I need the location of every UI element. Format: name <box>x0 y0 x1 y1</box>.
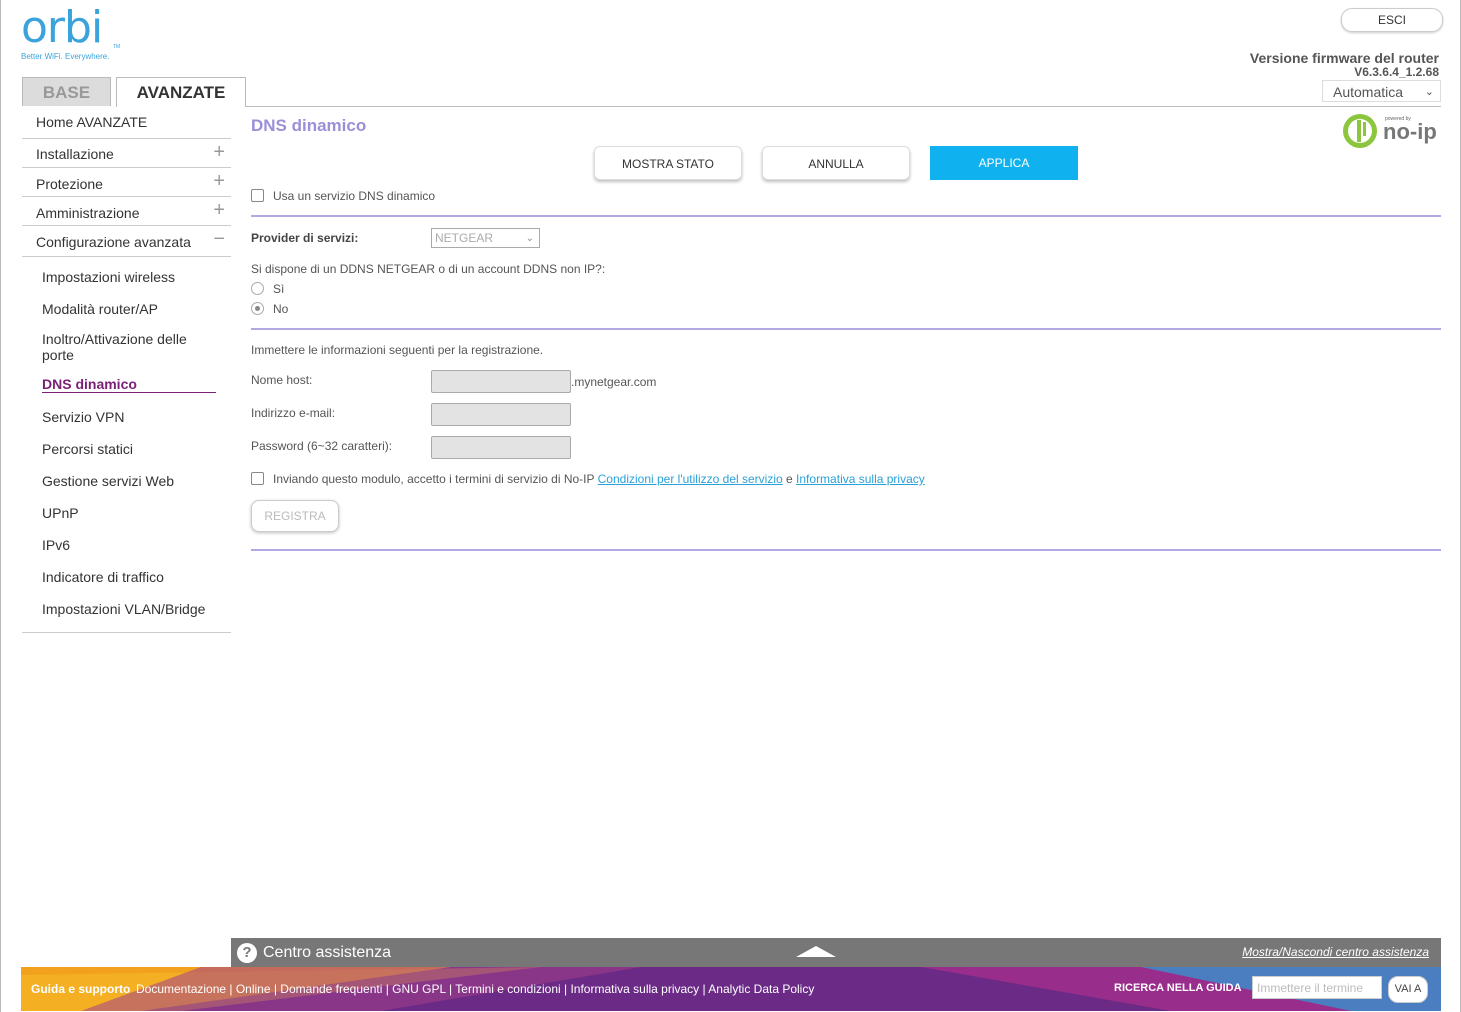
terms-text: Inviando questo modulo, accetto i termin… <box>273 472 595 486</box>
use-ddns-checkbox[interactable] <box>251 189 264 202</box>
sidebar-subitem-vpn[interactable]: Servizio VPN <box>42 409 124 425</box>
apply-button[interactable]: APPLICA <box>930 146 1078 180</box>
logout-button[interactable]: ESCI <box>1341 8 1443 32</box>
refresh-select-value: Automatica <box>1333 84 1404 100</box>
help-toggle-link[interactable]: Mostra/Nascondi centro assistenza <box>1242 945 1429 959</box>
sidebar-item-label: Home AVANZATE <box>36 114 148 130</box>
sidebar-item-home[interactable]: Home AVANZATE <box>22 112 231 139</box>
plus-icon[interactable]: + <box>213 199 225 222</box>
terms-and: e <box>786 472 793 486</box>
chevron-down-icon: ⌄ <box>525 233 534 244</box>
sidebar-divider <box>22 632 231 633</box>
sidebar-item-setup[interactable]: Installazione + <box>22 139 231 168</box>
firmware-version: V6.3.6.4_1.2.68 <box>1354 65 1439 79</box>
noip-logo-icon: powered by no-ip <box>1343 114 1437 148</box>
yes-radio-label: Sì <box>273 282 285 296</box>
sidebar-subitem-router-ap[interactable]: Modalità router/AP <box>42 301 158 317</box>
registration-intro: Immettere le informazioni seguenti per l… <box>251 343 544 357</box>
sidebar-item-security[interactable]: Protezione + <box>22 168 231 197</box>
firmware-label: Versione firmware del router <box>1249 50 1439 66</box>
tab-divider <box>246 106 1441 107</box>
refresh-select[interactable]: Automatica ⌄ <box>1322 80 1441 102</box>
footer-search-label: RICERCA NELLA GUIDA <box>1114 982 1242 994</box>
terms-line: Inviando questo modulo, accetto i termin… <box>273 472 925 486</box>
section-divider <box>251 549 1441 551</box>
footer: Guida e supporto Documentazione | Online… <box>21 967 1441 1011</box>
plus-icon[interactable]: + <box>213 141 225 164</box>
expand-arrow-icon[interactable] <box>796 946 836 957</box>
provider-select-value: NETGEAR <box>435 231 494 245</box>
sidebar-subitem-web-services[interactable]: Gestione servizi Web <box>42 473 174 489</box>
email-label: Indirizzo e-mail: <box>251 406 336 420</box>
footer-search-input[interactable]: Immettere il termine <box>1252 976 1382 999</box>
sidebar-item-label: Installazione <box>36 146 114 162</box>
no-radio-label: No <box>273 302 289 316</box>
use-ddns-label: Usa un servizio DNS dinamico <box>273 189 436 203</box>
noip-brand-text: no-ip <box>1383 119 1437 144</box>
orbi-logo: orbi Better WiFi. Everywhere. TM <box>21 6 121 66</box>
page-title: DNS dinamico <box>251 116 367 135</box>
sidebar-subitem-static-routes[interactable]: Percorsi statici <box>42 441 133 457</box>
minus-icon[interactable]: − <box>213 228 225 251</box>
terms-link[interactable]: Condizioni per l'utilizzo del servizio <box>598 472 783 486</box>
password-input[interactable] <box>431 436 571 459</box>
plus-icon[interactable]: + <box>213 170 225 193</box>
help-center-title: Centro assistenza <box>263 944 392 961</box>
no-radio[interactable] <box>251 302 264 315</box>
sidebar-subitem-vlan-bridge[interactable]: Impostazioni VLAN/Bridge <box>42 601 205 617</box>
section-divider <box>251 328 1441 330</box>
host-label: Nome host: <box>251 373 313 387</box>
active-indicator <box>42 392 216 393</box>
footer-links[interactable]: Documentazione | Online | Domande freque… <box>136 982 814 996</box>
provider-label: Provider di servizi: <box>251 231 359 245</box>
sidebar-subitem-ipv6[interactable]: IPv6 <box>42 537 70 553</box>
sidebar-item-admin[interactable]: Amministrazione + <box>22 197 231 226</box>
section-divider <box>251 215 1441 217</box>
help-icon: ? <box>237 943 257 963</box>
cancel-button[interactable]: ANNULLA <box>762 146 910 180</box>
password-label: Password (6~32 caratteri): <box>251 439 393 453</box>
sidebar-subitem-wireless[interactable]: Impostazioni wireless <box>42 269 175 285</box>
sidebar-item-label: Configurazione avanzata <box>36 234 191 250</box>
tab-advanced[interactable]: AVANZATE <box>116 77 246 107</box>
sidebar-subitem-port-forwarding[interactable]: Inoltro/Attivazione delle porte <box>42 331 212 363</box>
sidebar-item-label: Protezione <box>36 176 103 192</box>
yes-radio[interactable] <box>251 282 264 295</box>
logo-trademark: TM <box>113 44 121 50</box>
email-input[interactable] <box>431 403 571 426</box>
sidebar-item-advanced-setup[interactable]: Configurazione avanzata − <box>22 226 231 257</box>
footer-label: Guida e supporto <box>31 982 131 996</box>
logo-tagline: Better WiFi. Everywhere. <box>21 52 110 61</box>
register-button[interactable]: REGISTRA <box>251 500 339 532</box>
sidebar-subitem-upnp[interactable]: UPnP <box>42 505 79 521</box>
sidebar-subitem-traffic-meter[interactable]: Indicatore di traffico <box>42 569 164 585</box>
logo-wordmark: orbi <box>21 2 103 53</box>
show-status-button[interactable]: MOSTRA STATO <box>594 146 742 180</box>
chevron-down-icon: ⌄ <box>1424 86 1434 98</box>
footer-go-button[interactable]: VAI A <box>1388 976 1428 1003</box>
host-input[interactable] <box>431 370 571 393</box>
terms-checkbox[interactable] <box>251 472 264 485</box>
sidebar-subitem-dynamic-dns[interactable]: DNS dinamico <box>42 376 137 392</box>
privacy-link[interactable]: Informativa sulla privacy <box>796 472 925 486</box>
host-suffix: .mynetgear.com <box>571 375 657 389</box>
ddns-question: Si dispone di un DDNS NETGEAR o di un ac… <box>251 262 606 276</box>
noip-logo: powered by no-ip <box>1341 112 1441 150</box>
sidebar-item-label: Amministrazione <box>36 205 140 221</box>
tab-base[interactable]: BASE <box>22 77 111 106</box>
provider-select[interactable]: NETGEAR ⌄ <box>431 228 540 248</box>
